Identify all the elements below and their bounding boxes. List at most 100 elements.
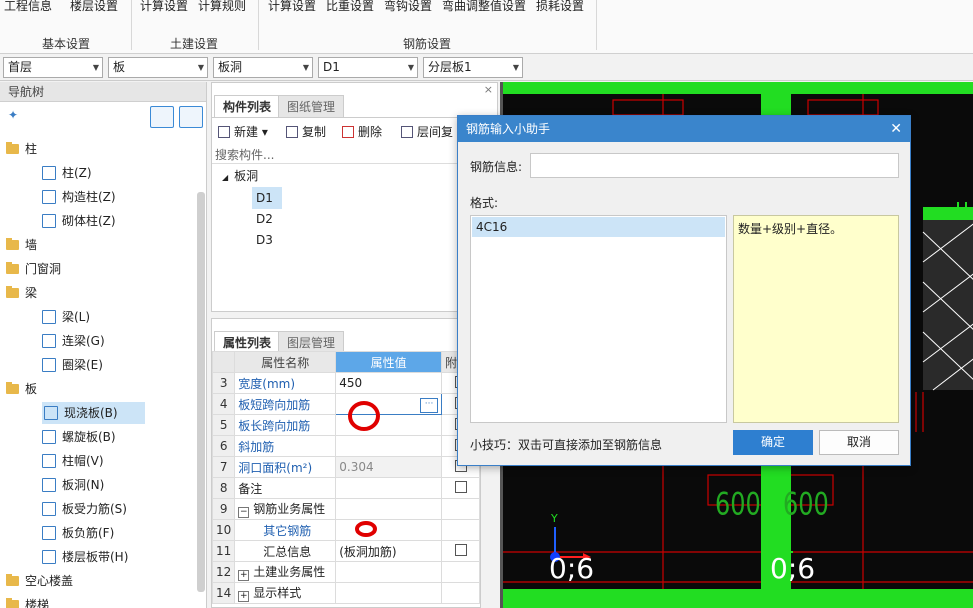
ribbon-loss-settings[interactable]: 损耗设置 [536, 0, 584, 14]
format-label: 格式: [470, 196, 499, 210]
checkbox[interactable] [454, 543, 467, 556]
type-select[interactable]: 板洞 ▼ [213, 57, 313, 78]
component-icon [42, 526, 56, 540]
property-row[interactable]: 8 备注 [211, 477, 480, 499]
tree-item-d2[interactable]: D2 [256, 208, 273, 230]
component-list-panel: × 构件列表 图纸管理 新建 ▾ 复制 删除 层间复 搜索构件... ◢ 板洞 D… [211, 82, 499, 312]
component-search-input[interactable]: 搜索构件... [212, 146, 457, 164]
nav-item[interactable]: 梁(L) [42, 306, 90, 328]
property-value-cell[interactable] [335, 498, 443, 520]
folder-icon [6, 574, 19, 586]
nav-folder[interactable]: 楼梯 [6, 594, 49, 608]
close-icon[interactable]: × [484, 83, 493, 96]
component-icon [42, 166, 56, 180]
component-icon [42, 358, 56, 372]
nav-item[interactable]: 现浇板(B) [42, 402, 145, 424]
nav-folder[interactable]: 空心楼盖 [6, 570, 73, 592]
floor-select[interactable]: 首层 ▼ [3, 57, 103, 78]
list-view-icon[interactable] [150, 106, 174, 128]
nav-item[interactable]: 楼层板带(H) [42, 546, 128, 568]
navigation-tree: 导航树 ✦ 柱柱(Z) 构造柱(Z) 砌体柱(Z) 墙门窗洞梁梁(L) 连梁(G) 圈梁(… [0, 82, 207, 608]
nav-item[interactable]: 螺旋板(B) [42, 426, 116, 448]
property-row[interactable]: 6 斜加筋 [211, 435, 480, 457]
nav-item[interactable]: 板负筋(F) [42, 522, 114, 544]
nav-item[interactable]: 连梁(G) [42, 330, 105, 352]
tab-layer-management[interactable]: 图层管理 [278, 331, 345, 353]
ribbon-bend-adjust-settings[interactable]: 弯曲调整值设置 [442, 0, 526, 14]
category-select[interactable]: 板 ▼ [108, 57, 208, 78]
close-icon[interactable]: ✕ [890, 116, 902, 142]
format-list[interactable]: 4C16 [470, 215, 727, 423]
ribbon-calc-rules[interactable]: 计算规则 [198, 0, 246, 14]
nav-scrollbar[interactable] [197, 192, 205, 592]
ribbon-project-info[interactable]: 工程信息 [4, 0, 52, 14]
nav-item[interactable]: 板受力筋(S) [42, 498, 127, 520]
delete-button[interactable]: 删除 [342, 123, 382, 140]
tree-root[interactable]: ◢ 板洞 [222, 165, 258, 187]
nav-item[interactable]: 构造柱(Z) [42, 186, 116, 208]
nav-folder[interactable]: 柱 [6, 138, 37, 160]
layer-select[interactable]: 分层板1 ▼ [423, 57, 523, 78]
tab-drawing-management[interactable]: 图纸管理 [278, 95, 345, 117]
dimension-label: 600 [783, 485, 829, 523]
nav-folder[interactable]: 墙 [6, 234, 37, 256]
property-value-cell[interactable]: 450 [335, 372, 443, 394]
property-row[interactable]: 3 宽度(mm) 450 [211, 372, 480, 394]
ribbon-floor-settings[interactable]: 楼层设置 [70, 0, 118, 14]
property-row[interactable]: 9− 钢筋业务属性 [211, 498, 480, 520]
property-panel: 属性列表 图层管理 属性名称 属性值 附 3 宽度(mm) 450 4 板短跨向加筋 ··… [211, 318, 481, 608]
tree-item-d1[interactable]: D1 [252, 187, 282, 209]
component-select[interactable]: D1 ▼ [318, 57, 418, 78]
folder-icon [6, 598, 19, 608]
expand-toggle-icon[interactable]: − [238, 507, 250, 518]
nav-item[interactable]: 圈梁(E) [42, 354, 103, 376]
format-list-item[interactable]: 4C16 [472, 217, 725, 237]
property-table: 属性名称 属性值 附 3 宽度(mm) 450 4 板短跨向加筋 ··· 5 板长跨向加筋 6 斜… [211, 351, 480, 604]
component-icon [42, 334, 56, 348]
nav-folder[interactable]: 门窗洞 [6, 258, 61, 280]
nav-folder[interactable]: 板 [6, 378, 37, 400]
new-button[interactable]: 新建 ▾ [218, 123, 268, 140]
folder-icon [6, 142, 19, 154]
nav-item[interactable]: 柱帽(V) [42, 450, 104, 472]
header-property-value: 属性值 [335, 351, 443, 373]
ribbon-hook-settings[interactable]: 弯钩设置 [384, 0, 432, 14]
property-row[interactable]: 11 汇总信息 (板洞加筋) [211, 540, 480, 562]
group-rebar-settings: 钢筋设置 [403, 37, 452, 51]
tab-property-list[interactable]: 属性列表 [214, 331, 281, 353]
expand-toggle-icon[interactable]: + [238, 591, 250, 602]
property-row[interactable]: 12 + 土建业务属性 [211, 561, 480, 583]
property-value-cell[interactable]: (板洞加筋) [335, 540, 443, 562]
property-value-cell[interactable] [335, 477, 443, 499]
property-row[interactable]: 14 + 显示样式 [211, 582, 480, 604]
nav-item[interactable]: 柱(Z) [42, 162, 92, 184]
ok-button[interactable]: 确定 [733, 430, 813, 455]
tree-item-d3[interactable]: D3 [256, 229, 273, 251]
expand-arrow-icon[interactable]: ◢ [222, 173, 228, 182]
sparkle-icon[interactable]: ✦ [8, 108, 18, 122]
cancel-button[interactable]: 取消 [819, 430, 899, 455]
property-value-cell[interactable] [335, 561, 443, 583]
ribbon-calc-settings[interactable]: 计算设置 [140, 0, 188, 14]
floor-copy-button[interactable]: 层间复 [401, 123, 453, 140]
rebar-info-input[interactable] [530, 153, 899, 178]
slab-label: 0;6 [770, 552, 816, 585]
nav-item[interactable]: 板洞(N) [42, 474, 104, 496]
ellipsis-button[interactable]: ··· [420, 397, 439, 413]
component-icon [42, 550, 56, 564]
tab-component-list[interactable]: 构件列表 [214, 95, 281, 117]
property-row[interactable]: 7 洞口面积(m²) 0.304 [211, 456, 480, 478]
expand-toggle-icon[interactable]: + [238, 570, 250, 581]
copy-button[interactable]: 复制 [286, 123, 326, 140]
grid-view-icon[interactable] [179, 106, 203, 128]
nav-folder[interactable]: 梁 [6, 282, 37, 304]
ribbon-density-settings[interactable]: 比重设置 [326, 0, 374, 14]
property-value-cell[interactable]: 0.304 [335, 456, 443, 478]
group-basic-settings: 基本设置 [42, 37, 91, 51]
property-value-cell[interactable] [335, 435, 443, 457]
property-value-cell[interactable] [335, 582, 443, 604]
ribbon-rebar-calc-settings[interactable]: 计算设置 [268, 0, 316, 14]
property-row[interactable]: 10 其它钢筋 [211, 519, 480, 541]
checkbox[interactable] [454, 480, 467, 493]
nav-item[interactable]: 砌体柱(Z) [42, 210, 116, 232]
